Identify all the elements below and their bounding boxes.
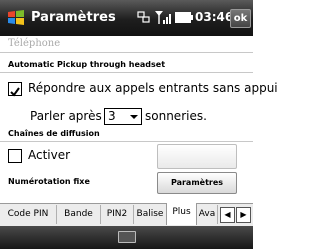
broadcast-activate-checkbox[interactable]: [8, 149, 22, 163]
auto-answer-label[interactable]: Répondre aux appels entrants sans appui: [28, 81, 278, 95]
tab-pin2[interactable]: PIN2: [101, 205, 134, 224]
section-divider: [0, 141, 253, 142]
title-bar: Paramètres 03:46 ok: [0, 0, 253, 36]
clock[interactable]: 03:46: [195, 10, 233, 24]
checkmark-icon: [10, 87, 20, 97]
fixed-dialing-section-label: Numérotation fixe: [8, 177, 90, 186]
tab-bar: Code PIN Bande PIN2 Balise Plus Ava ◀ ▶: [0, 203, 253, 226]
tab-bande[interactable]: Bande: [57, 205, 101, 224]
tab-balise[interactable]: Balise: [134, 205, 167, 224]
chevron-down-icon: [130, 115, 138, 119]
broadcast-activate-label[interactable]: Activer: [28, 148, 70, 162]
ok-button[interactable]: ok: [230, 9, 251, 28]
signal-icon[interactable]: [154, 10, 172, 26]
tab-code-pin[interactable]: Code PIN: [0, 205, 57, 224]
rings-prefix-label: Parler après: [30, 109, 102, 123]
rings-suffix-label: sonneries.: [145, 109, 207, 123]
tab-scroll-left-icon[interactable]: ◀: [220, 207, 235, 223]
broadcast-settings-button[interactable]: [157, 144, 237, 169]
fixed-dialing-settings-button[interactable]: Paramètres: [157, 172, 237, 194]
keyboard-icon[interactable]: [118, 231, 136, 243]
page-title: Téléphone: [8, 38, 61, 49]
broadcast-section-label: Chaînes de diffusion: [8, 129, 100, 138]
battery-icon[interactable]: [175, 12, 193, 23]
rings-count-value: 3: [108, 109, 116, 123]
rings-count-dropdown[interactable]: 3: [104, 108, 142, 125]
auto-pickup-section-label: Automatic Pickup through headset: [8, 60, 166, 69]
app-title: Paramètres: [31, 10, 116, 25]
header-divider: [0, 52, 253, 53]
windows-logo-icon[interactable]: [6, 8, 26, 28]
tab-plus[interactable]: Plus: [166, 203, 197, 225]
data-connection-icon[interactable]: [137, 10, 151, 24]
auto-answer-checkbox[interactable]: [8, 82, 22, 97]
tab-scroll-right-icon[interactable]: ▶: [236, 207, 251, 223]
section-divider: [0, 72, 253, 73]
tab-avance[interactable]: Ava: [197, 205, 218, 224]
